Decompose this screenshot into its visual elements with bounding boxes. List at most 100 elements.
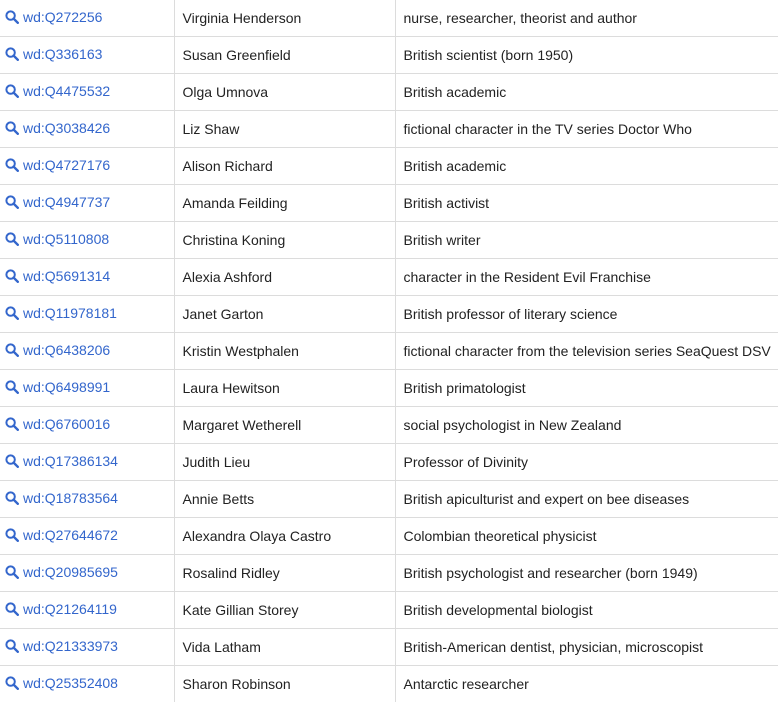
item-description: British activist bbox=[403, 195, 490, 211]
item-label: Laura Hewitson bbox=[182, 380, 280, 396]
item-label: Alexia Ashford bbox=[182, 269, 273, 285]
item-id-link[interactable]: wd:Q6760016 bbox=[5, 416, 110, 432]
item-id-link[interactable]: wd:Q20985695 bbox=[5, 564, 118, 580]
item-description: character in the Resident Evil Franchise bbox=[403, 269, 651, 285]
item-id-text[interactable]: wd:Q336163 bbox=[23, 46, 102, 62]
item-id-link[interactable]: wd:Q3038426 bbox=[5, 120, 110, 136]
item-id-cell: wd:Q20985695 bbox=[0, 554, 175, 592]
search-icon[interactable] bbox=[5, 528, 19, 542]
search-icon[interactable] bbox=[5, 195, 19, 209]
item-label: Christina Koning bbox=[182, 232, 286, 248]
table-row: wd:Q21264119 Kate Gillian Storey British… bbox=[0, 591, 778, 629]
item-description: British psychologist and researcher (bor… bbox=[403, 565, 698, 581]
item-description-cell: British professor of literary science bbox=[394, 295, 778, 333]
search-icon[interactable] bbox=[5, 232, 19, 246]
item-id-link[interactable]: wd:Q6438206 bbox=[5, 342, 110, 358]
search-icon[interactable] bbox=[5, 491, 19, 505]
item-description: British academic bbox=[403, 84, 507, 100]
item-id-cell: wd:Q25352408 bbox=[0, 665, 175, 702]
item-id-link[interactable]: wd:Q18783564 bbox=[5, 490, 118, 506]
item-description-cell: British-American dentist, physician, mic… bbox=[394, 628, 778, 666]
item-id-cell: wd:Q6760016 bbox=[0, 406, 175, 444]
item-id-link[interactable]: wd:Q336163 bbox=[5, 46, 102, 62]
table-row: wd:Q5691314 Alexia Ashford character in … bbox=[0, 258, 778, 296]
item-id-link[interactable]: wd:Q4475532 bbox=[5, 83, 110, 99]
item-id-link[interactable]: wd:Q5691314 bbox=[5, 268, 110, 284]
item-id-link[interactable]: wd:Q21333973 bbox=[5, 638, 118, 654]
item-id-text[interactable]: wd:Q6498991 bbox=[23, 379, 110, 395]
item-id-text[interactable]: wd:Q17386134 bbox=[23, 453, 118, 469]
search-icon[interactable] bbox=[5, 380, 19, 394]
item-id-link[interactable]: wd:Q4727176 bbox=[5, 157, 110, 173]
item-id-link[interactable]: wd:Q6498991 bbox=[5, 379, 110, 395]
item-id-text[interactable]: wd:Q27644672 bbox=[23, 527, 118, 543]
item-description: Colombian theoretical physicist bbox=[403, 528, 597, 544]
item-id-text[interactable]: wd:Q6438206 bbox=[23, 342, 110, 358]
item-id-link[interactable]: wd:Q21264119 bbox=[5, 601, 117, 617]
search-icon[interactable] bbox=[5, 343, 19, 357]
item-label: Alexandra Olaya Castro bbox=[182, 528, 332, 544]
item-label-cell: Sharon Robinson bbox=[173, 665, 396, 702]
item-description: Antarctic researcher bbox=[403, 676, 529, 692]
item-id-link[interactable]: wd:Q17386134 bbox=[5, 453, 118, 469]
search-icon[interactable] bbox=[5, 10, 19, 24]
item-label-cell: Alexandra Olaya Castro bbox=[173, 517, 396, 555]
item-description: social psychologist in New Zealand bbox=[403, 417, 622, 433]
search-icon[interactable] bbox=[5, 602, 19, 616]
search-icon[interactable] bbox=[5, 47, 19, 61]
search-icon[interactable] bbox=[5, 158, 19, 172]
search-icon[interactable] bbox=[5, 269, 19, 283]
table-row: wd:Q25352408 Sharon Robinson Antarctic r… bbox=[0, 665, 778, 702]
item-id-cell: wd:Q3038426 bbox=[0, 110, 175, 148]
item-id-text[interactable]: wd:Q5110808 bbox=[23, 231, 109, 247]
item-description-cell: British academic bbox=[394, 147, 778, 185]
item-id-text[interactable]: wd:Q21264119 bbox=[23, 601, 117, 617]
item-label-cell: Virginia Henderson bbox=[173, 0, 396, 37]
search-icon[interactable] bbox=[5, 454, 19, 468]
search-icon[interactable] bbox=[5, 676, 19, 690]
item-id-link[interactable]: wd:Q27644672 bbox=[5, 527, 118, 543]
item-id-link[interactable]: wd:Q11978181 bbox=[5, 305, 117, 321]
item-description-cell: British writer bbox=[394, 221, 778, 259]
item-id-link[interactable]: wd:Q5110808 bbox=[5, 231, 109, 247]
item-id-link[interactable]: wd:Q272256 bbox=[5, 9, 102, 25]
item-label-cell: Laura Hewitson bbox=[173, 369, 396, 407]
item-id-text[interactable]: wd:Q18783564 bbox=[23, 490, 118, 506]
item-id-text[interactable]: wd:Q4475532 bbox=[23, 83, 110, 99]
item-id-text[interactable]: wd:Q5691314 bbox=[23, 268, 110, 284]
item-id-text[interactable]: wd:Q20985695 bbox=[23, 564, 118, 580]
item-label-cell: Annie Betts bbox=[173, 480, 396, 518]
item-label-cell: Vida Latham bbox=[173, 628, 396, 666]
item-id-cell: wd:Q27644672 bbox=[0, 517, 175, 555]
item-id-text[interactable]: wd:Q6760016 bbox=[23, 416, 110, 432]
table-row: wd:Q27644672 Alexandra Olaya Castro Colo… bbox=[0, 517, 778, 555]
item-id-text[interactable]: wd:Q272256 bbox=[23, 9, 102, 25]
item-description-cell: Antarctic researcher bbox=[394, 665, 778, 702]
item-id-link[interactable]: wd:Q25352408 bbox=[5, 675, 118, 691]
item-label: Rosalind Ridley bbox=[182, 565, 280, 581]
item-label: Susan Greenfield bbox=[182, 47, 291, 63]
item-description-cell: social psychologist in New Zealand bbox=[394, 406, 778, 444]
search-icon[interactable] bbox=[5, 565, 19, 579]
item-id-text[interactable]: wd:Q4727176 bbox=[23, 157, 110, 173]
item-id-text[interactable]: wd:Q3038426 bbox=[23, 120, 110, 136]
item-description: British developmental biologist bbox=[403, 602, 593, 618]
item-id-cell: wd:Q6438206 bbox=[0, 332, 175, 370]
item-id-cell: wd:Q272256 bbox=[0, 0, 175, 37]
item-id-text[interactable]: wd:Q25352408 bbox=[23, 675, 118, 691]
search-icon[interactable] bbox=[5, 417, 19, 431]
search-icon[interactable] bbox=[5, 84, 19, 98]
table-row: wd:Q6438206 Kristin Westphalen fictional… bbox=[0, 332, 778, 370]
search-icon[interactable] bbox=[5, 639, 19, 653]
search-icon[interactable] bbox=[5, 121, 19, 135]
item-id-text[interactable]: wd:Q4947737 bbox=[23, 194, 110, 210]
item-label: Amanda Feilding bbox=[182, 195, 288, 211]
item-id-cell: wd:Q4727176 bbox=[0, 147, 175, 185]
item-id-text[interactable]: wd:Q11978181 bbox=[23, 305, 117, 321]
item-id-link[interactable]: wd:Q4947737 bbox=[5, 194, 110, 210]
item-label: Alison Richard bbox=[182, 158, 273, 174]
item-id-text[interactable]: wd:Q21333973 bbox=[23, 638, 118, 654]
item-description-cell: British activist bbox=[394, 184, 778, 222]
item-description: British writer bbox=[403, 232, 481, 248]
search-icon[interactable] bbox=[5, 306, 19, 320]
